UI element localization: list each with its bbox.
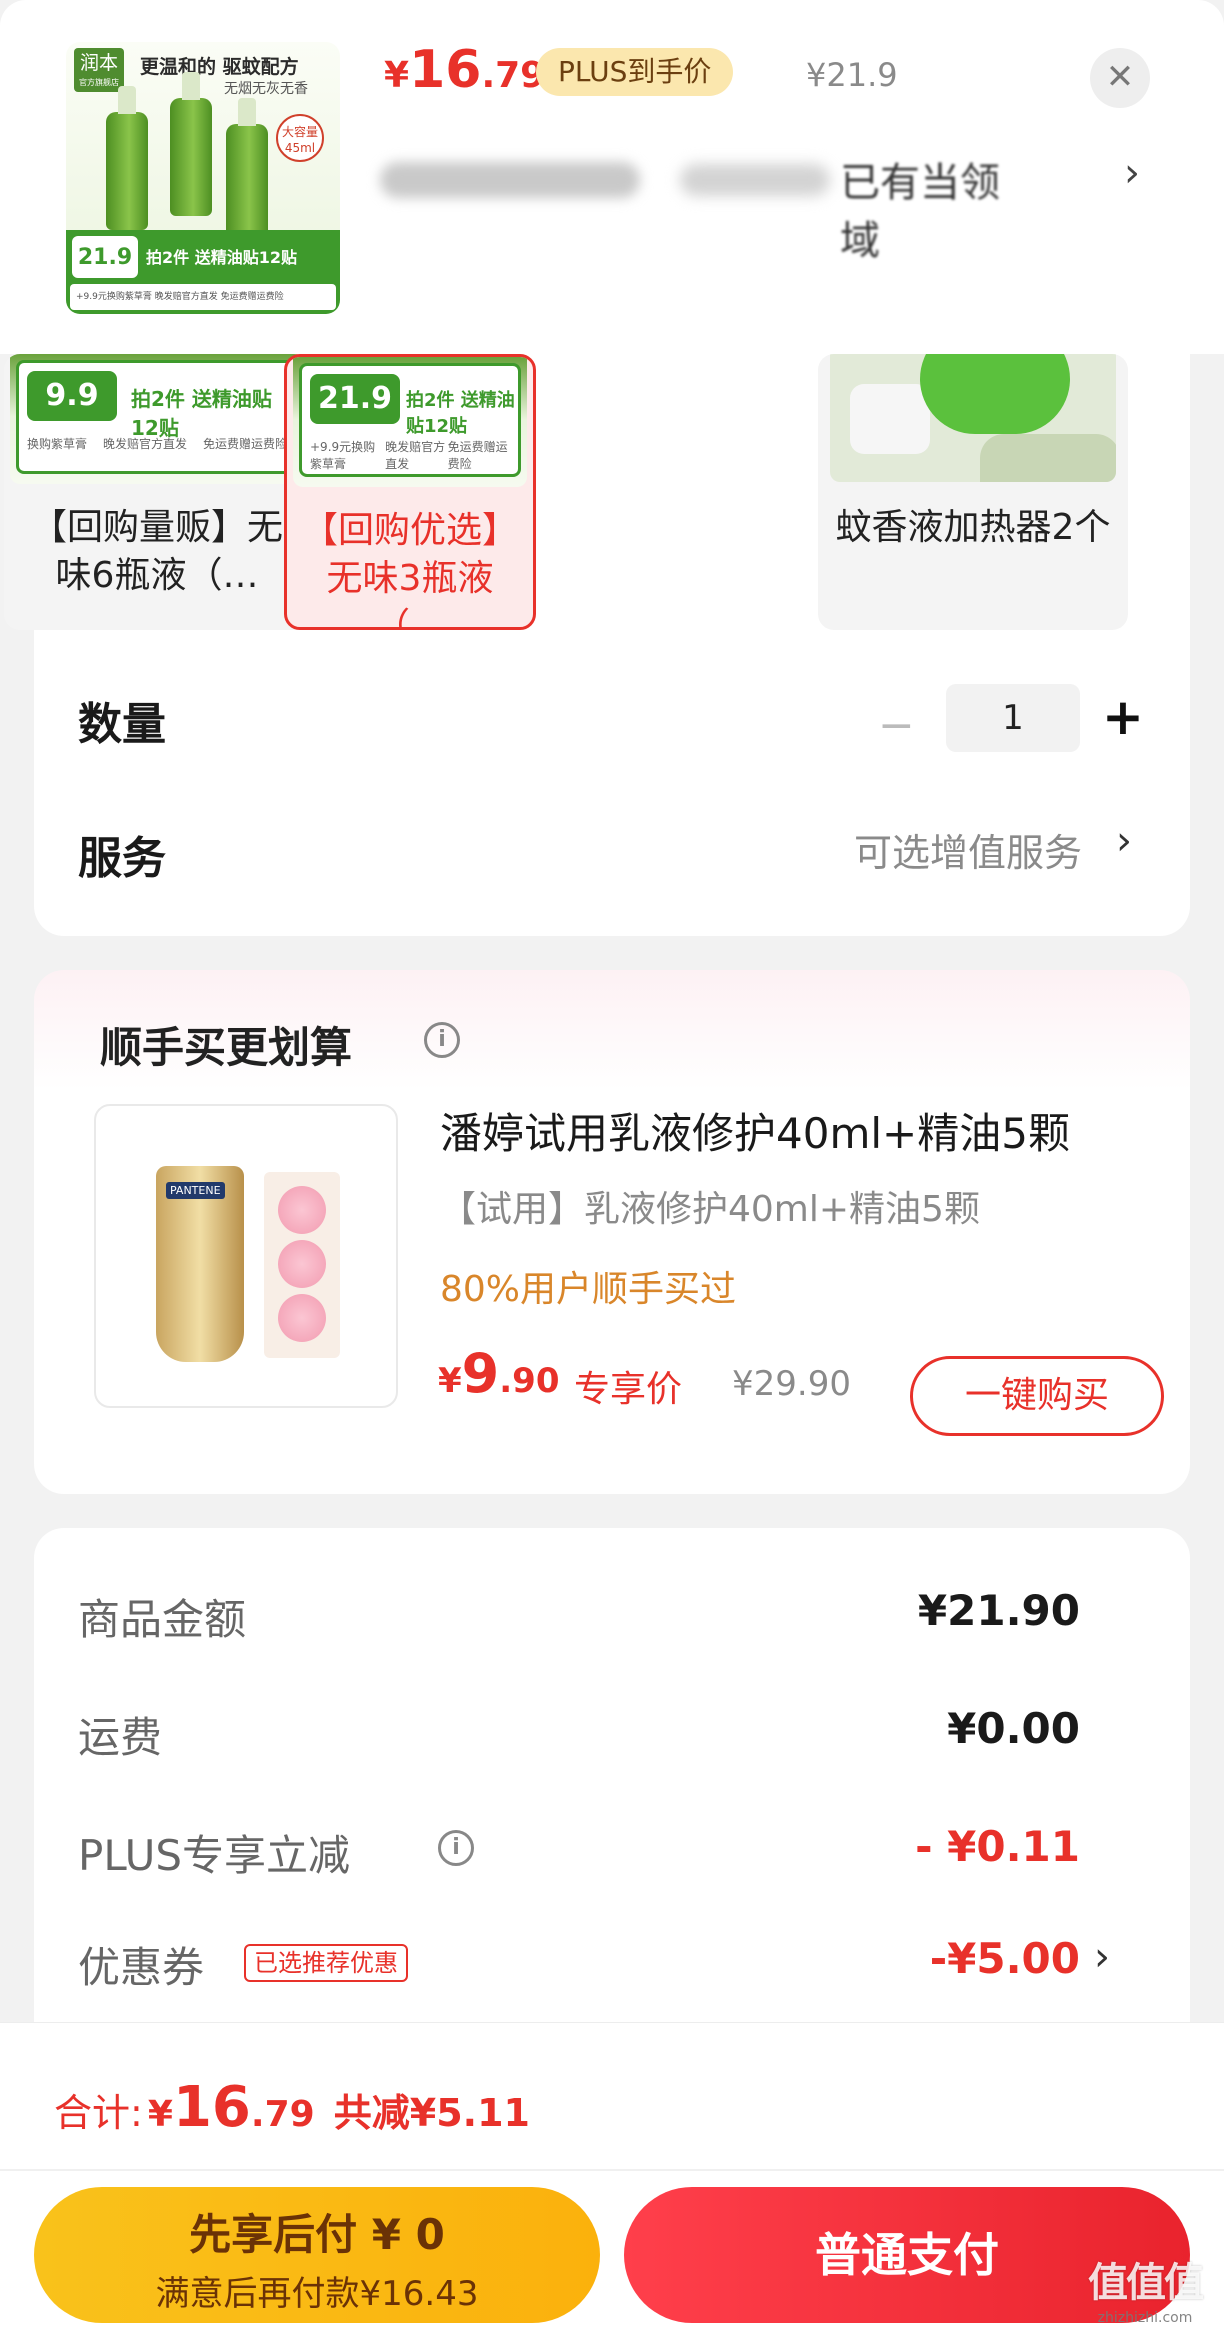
total-discount: 共减¥5.11: [333, 2091, 530, 2135]
total-amount: 合计: ¥16.79 共减¥5.11: [54, 2075, 530, 2140]
addon-price-tag: 专享价: [574, 1369, 683, 1410]
spec-option-name: 【回购优选】无味3瓶液（…: [301, 510, 518, 630]
plus-price-badge: PLUS到手价: [536, 48, 734, 96]
summary-row-subtotal: 商品金额 ¥21.90: [78, 1586, 1140, 1646]
spec-option[interactable]: 9.9 拍2件 送精油贴12贴 换购紫草膏 晚发赔官方直发 免运费赠运费险 【回购量…: [4, 354, 310, 630]
addon-product-name[interactable]: 潘婷试用乳液修护40ml+精油5颗: [440, 1100, 1070, 1161]
stand-shape: [980, 434, 1116, 482]
spec-card: 9.9 拍2件 送精油贴12贴 换购紫草膏 晚发赔官方直发 免运费赠运费险 【回购量…: [4, 330, 1190, 936]
thumb-promo-row: +9.9元换购紫草膏 晚发赔官方直发 免运费赠运费险: [70, 284, 336, 310]
addon-original-price: ¥29.90: [732, 1364, 851, 1404]
close-button[interactable]: ✕: [1090, 48, 1150, 108]
bottle-image: [170, 72, 212, 216]
promo-row: +9.9元换购紫草膏 晚发赔官方直发 免运费赠运费险: [310, 440, 508, 471]
spec-option-image: 9.9 拍2件 送精油贴12贴 换购紫草膏 晚发赔官方直发 免运费赠运费险: [10, 354, 304, 484]
addon-product-spec: 【试用】乳液修护40ml+精油5颗: [440, 1189, 980, 1230]
product-header: 润本 官方旗舰店 更温和的 驱蚊配方 无烟无灰无香 大容量45ml 21.9 拍2…: [0, 0, 1224, 354]
blurred-text: [680, 164, 830, 196]
spec-option-selected[interactable]: 21.9 拍2件 送精油贴12贴 +9.9元换购紫草膏 晚发赔官方直发 免运费赠运费…: [284, 354, 536, 630]
coupon-status-badge: 已选推荐优惠: [244, 1944, 408, 1982]
watermark-logo: 值值值 zhizhizhi.com: [1088, 2260, 1204, 2326]
blurred-text: [380, 162, 640, 198]
tube-shape: PANTENE: [156, 1166, 244, 1362]
spec-option-name: 蚊香液加热器2个: [835, 507, 1111, 548]
thumb-promo-gift: 拍2件 送精油贴12贴: [146, 248, 297, 267]
promo-gift: 拍2件 送精油贴12贴: [131, 387, 272, 440]
summary-value: ¥0.00: [947, 1704, 1080, 1753]
promo-gift: 拍2件 送精油贴12贴: [406, 390, 515, 437]
spec-option[interactable]: 蚊香液加热器2个: [818, 354, 1128, 630]
addon-card: 顺手买更划算 i PANTENE 潘婷试用乳液修护40ml+精油5颗 【试用】乳…: [34, 970, 1190, 1494]
promo-row: 换购紫草膏 晚发赔官方直发 免运费赠运费险: [27, 437, 287, 451]
quantity-label: 数量: [78, 699, 166, 750]
selected-spec-line[interactable]: 已有当领域: [380, 146, 1020, 264]
thumb-promo-strip: 21.9 拍2件 送精油贴12贴 +9.9元换购紫草膏 晚发赔官方直发 免运费赠…: [66, 230, 340, 314]
service-label: 服务: [78, 833, 166, 884]
quantity-minus-button[interactable]: −: [878, 700, 915, 751]
heater-shape: [920, 354, 1070, 434]
thumb-promo-price: 21.9: [72, 236, 138, 278]
pay-later-subtitle: 满意后再付款¥16.43: [155, 2274, 479, 2314]
addon-product-image[interactable]: PANTENE: [94, 1104, 398, 1408]
promo-price: 21.9: [310, 374, 400, 424]
one-click-buy-button[interactable]: 一键购买: [910, 1356, 1164, 1436]
addon-social-proof: 80%用户顺手买过: [440, 1269, 737, 1310]
summary-value: -¥5.00: [929, 1934, 1080, 1983]
promo-banner: 9.9 拍2件 送精油贴12贴 换购紫草膏 晚发赔官方直发 免运费赠运费险: [16, 360, 298, 474]
summary-label: 优惠券: [78, 1943, 205, 1992]
close-icon: ✕: [1105, 57, 1135, 97]
pay-later-title: 先享后付 ¥ 0: [189, 2210, 445, 2259]
selected-spec-text: 已有当领域: [840, 160, 1000, 264]
divider: [0, 2169, 1224, 2171]
original-price: ¥21.9: [806, 56, 898, 94]
current-price: ¥16.79: [384, 40, 546, 100]
spec-option-name: 【回购量贩】无味6瓶液（…: [30, 507, 283, 596]
brand-logo: 润本 官方旗舰店: [74, 48, 124, 92]
info-icon[interactable]: i: [424, 1022, 460, 1058]
info-icon[interactable]: i: [438, 1830, 474, 1866]
promo-price: 9.9: [27, 371, 117, 421]
volume-badge: 大容量45ml: [276, 114, 324, 162]
chevron-right-icon[interactable]: ›: [1124, 150, 1140, 196]
chevron-right-icon[interactable]: ›: [1116, 818, 1132, 864]
promo-banner: 21.9 拍2件 送精油贴12贴 +9.9元换购紫草膏 晚发赔官方直发 免运费赠运费…: [299, 363, 521, 477]
addon-price: ¥9.90: [438, 1342, 560, 1405]
bottle-image: [106, 86, 148, 230]
checkout-footer: 合计: ¥16.79 共减¥5.11 先享后付 ¥ 0 满意后再付款¥16.43…: [0, 2022, 1224, 2334]
pay-later-button[interactable]: 先享后付 ¥ 0 满意后再付款¥16.43: [34, 2187, 600, 2323]
summary-label: 运费: [78, 1713, 163, 1762]
heater-image: [830, 354, 1116, 482]
thumb-slogan-sub: 无烟无灰无香: [224, 81, 308, 97]
summary-row-plus-discount: PLUS专享立减 i - ¥0.11: [78, 1822, 1140, 1882]
price-summary-card: 商品金额 ¥21.90 运费 ¥0.00 PLUS专享立减 i - ¥0.11 …: [34, 1528, 1190, 2068]
quantity-plus-button[interactable]: +: [1102, 688, 1144, 746]
summary-value: ¥21.90: [917, 1586, 1080, 1635]
addon-title: 顺手买更划算: [100, 1023, 353, 1072]
summary-value: - ¥0.11: [915, 1822, 1080, 1871]
summary-label: 商品金额: [78, 1595, 247, 1644]
summary-row-coupon[interactable]: 优惠券 已选推荐优惠 -¥5.00 ›: [78, 1934, 1140, 1994]
service-hint[interactable]: 可选增值服务: [854, 822, 1082, 877]
product-thumbnail[interactable]: 润本 官方旗舰店 更温和的 驱蚊配方 无烟无灰无香 大容量45ml 21.9 拍2…: [66, 42, 340, 314]
spec-option-image: 21.9 拍2件 送精油贴12贴 +9.9元换购紫草膏 晚发赔官方直发 免运费赠运费…: [293, 357, 527, 487]
thumb-slogan: 更温和的 驱蚊配方: [140, 56, 299, 78]
chevron-right-icon[interactable]: ›: [1094, 1934, 1110, 1980]
summary-row-shipping: 运费 ¥0.00: [78, 1704, 1140, 1764]
summary-label: PLUS专享立减: [78, 1831, 351, 1880]
bottle-image: [226, 98, 268, 242]
quantity-input[interactable]: 1: [946, 684, 1080, 752]
plug-shape: [850, 384, 930, 454]
capsule-box-shape: [264, 1172, 340, 1358]
